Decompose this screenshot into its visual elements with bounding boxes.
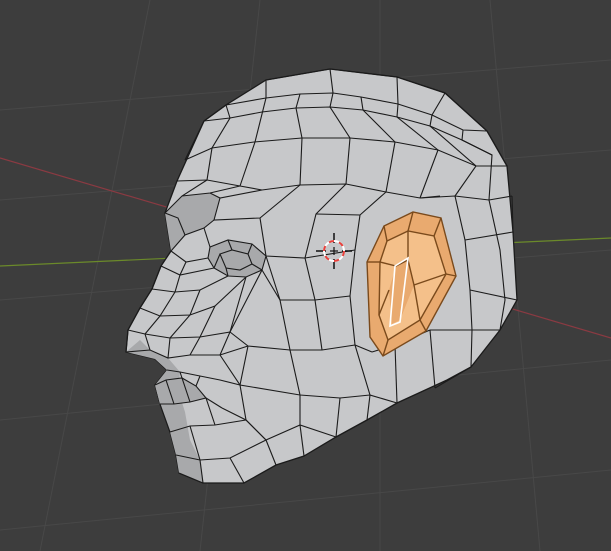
3d-viewport[interactable]: [0, 0, 611, 551]
grid-line: [39, 0, 151, 551]
head-mesh[interactable]: [125, 68, 518, 484]
viewport-scene[interactable]: [0, 0, 611, 551]
grid-line: [0, 469, 611, 531]
